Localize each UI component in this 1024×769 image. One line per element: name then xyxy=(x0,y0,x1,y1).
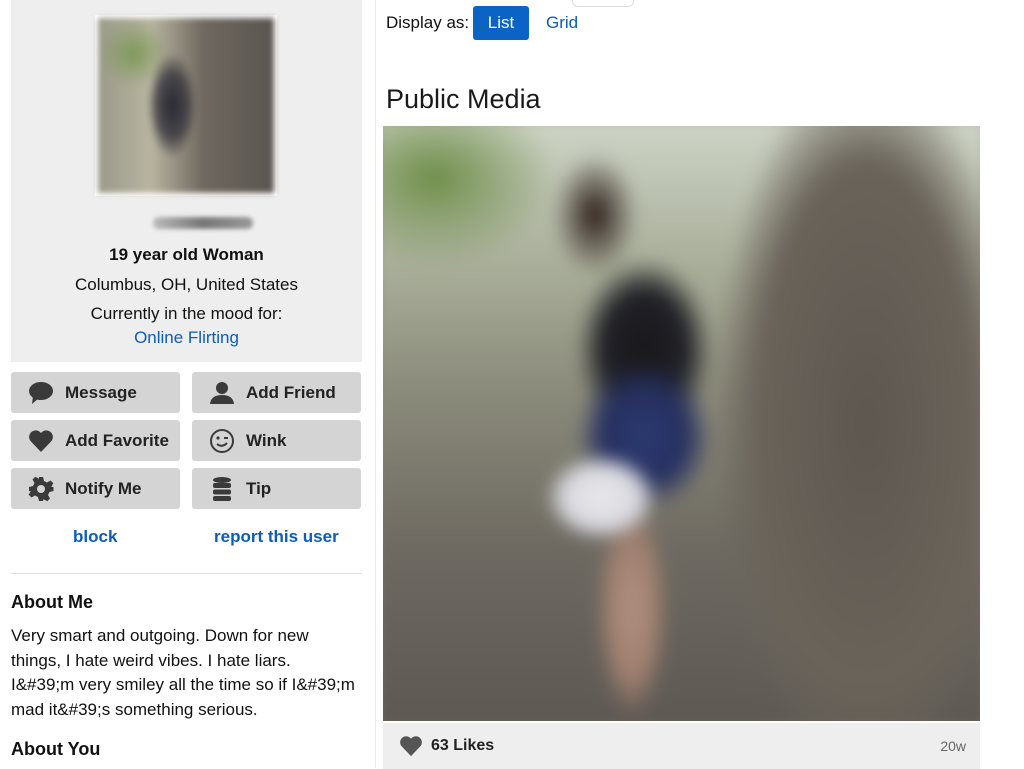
about-me-heading: About Me xyxy=(11,592,93,612)
person-icon xyxy=(208,380,236,406)
speech-bubble-icon xyxy=(27,380,55,406)
media-photo[interactable] xyxy=(383,126,980,721)
column-separator xyxy=(375,0,376,768)
wink-label: Wink xyxy=(246,430,287,450)
block-link[interactable]: block xyxy=(73,527,117,547)
wink-button[interactable]: Wink xyxy=(192,420,361,461)
add-friend-button[interactable]: Add Friend xyxy=(192,372,361,413)
profile-card: 19 year old Woman Columbus, OH, United S… xyxy=(11,0,362,362)
profile-photo[interactable] xyxy=(95,15,277,196)
like-button[interactable]: 63 Likes xyxy=(399,735,494,757)
report-user-link[interactable]: report this user xyxy=(214,527,339,547)
media-item: 63 Likes 20w xyxy=(383,126,980,769)
display-as-label: Display as: xyxy=(386,13,470,32)
notify-me-label: Notify Me xyxy=(65,478,142,498)
partial-top-control[interactable] xyxy=(572,0,634,7)
gear-icon xyxy=(27,476,55,502)
wink-face-icon xyxy=(208,428,236,454)
tip-label: Tip xyxy=(246,478,272,498)
media-footer: 63 Likes 20w xyxy=(383,723,980,769)
age-gender: 19 year old Woman xyxy=(109,245,264,264)
location: Columbus, OH, United States xyxy=(75,275,298,294)
tip-button[interactable]: Tip xyxy=(192,468,361,509)
profile-sidebar: 19 year old Woman Columbus, OH, United S… xyxy=(11,0,362,759)
add-friend-label: Add Friend xyxy=(246,382,336,402)
heart-icon xyxy=(400,736,422,757)
heart-icon xyxy=(27,428,55,454)
notify-me-button[interactable]: Notify Me xyxy=(11,468,180,509)
profile-photo-image xyxy=(98,18,274,193)
add-favorite-label: Add Favorite xyxy=(65,430,169,450)
about-you-heading: About You xyxy=(11,739,101,759)
coin-stack-icon xyxy=(208,476,236,502)
username-redacted xyxy=(153,217,253,229)
grid-view-button[interactable]: Grid xyxy=(546,13,578,33)
post-age: 20w xyxy=(940,738,966,754)
list-view-button[interactable]: List xyxy=(473,6,529,40)
section-divider xyxy=(11,573,362,574)
media-photo-image xyxy=(383,126,980,721)
message-button[interactable]: Message xyxy=(11,372,180,413)
message-label: Message xyxy=(65,382,137,402)
mood-link[interactable]: Online Flirting xyxy=(11,328,362,348)
mood-label: Currently in the mood for: xyxy=(90,304,283,323)
add-favorite-button[interactable]: Add Favorite xyxy=(11,420,180,461)
public-media-title: Public Media xyxy=(386,84,541,114)
likes-count: 63 Likes xyxy=(431,737,495,754)
about-me-text: Very smart and outgoing. Down for new th… xyxy=(11,626,355,719)
